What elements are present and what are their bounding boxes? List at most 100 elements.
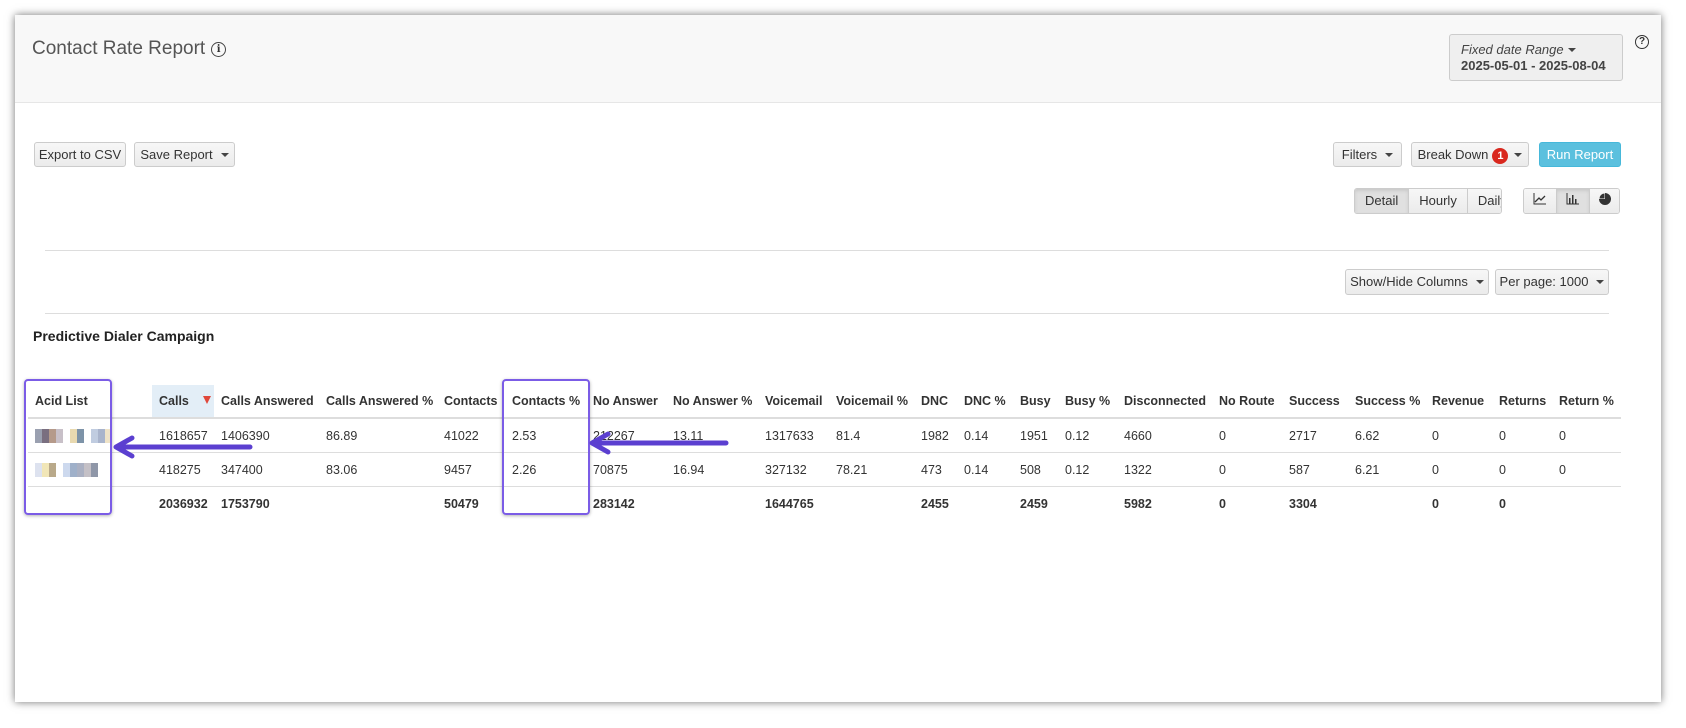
view-detail-button[interactable]: Detail: [1355, 189, 1410, 213]
column-header[interactable]: Return %: [1552, 385, 1621, 419]
column-header[interactable]: No Route: [1212, 385, 1282, 419]
column-header-label: No Answer %: [673, 394, 753, 408]
date-range-value: 2025-05-01 - 2025-08-04: [1461, 58, 1606, 73]
break-down-button[interactable]: Break Down 1: [1411, 142, 1529, 167]
table-cell: 2459: [1020, 496, 1048, 511]
table-cell: 2717: [1282, 418, 1348, 453]
table-cell: 0: [1552, 452, 1621, 487]
table-row: 418275 347400 83.06 9457 2.26 70875 16.94 32713…: [28, 452, 1621, 487]
column-header[interactable]: Calls Answered %: [319, 385, 437, 419]
table-cell: 2455: [921, 496, 949, 511]
date-range-picker[interactable]: Fixed date Range 2025-05-01 - 2025-08-04: [1449, 34, 1623, 81]
column-header[interactable]: DNC %: [957, 385, 1013, 419]
table-cell: [666, 487, 758, 521]
divider: [45, 250, 1609, 251]
column-header-label: Success %: [1355, 394, 1421, 408]
table-cell: 6.62: [1348, 418, 1425, 453]
table-cell: 1982: [914, 418, 957, 453]
caret-down-icon: [1385, 153, 1394, 157]
arrow-annotation: [589, 431, 729, 455]
table-cell: 0: [1212, 452, 1282, 487]
table-cell: 0: [1499, 496, 1506, 511]
column-header[interactable]: Voicemail %: [829, 385, 914, 419]
page-title: Contact Rate Report i: [32, 38, 227, 60]
column-header-label: Calls Answered: [221, 394, 314, 408]
table-cell: 473: [914, 452, 957, 487]
arrow-annotation: [113, 435, 253, 459]
table-cell: 0: [1219, 496, 1226, 511]
column-header[interactable]: Busy %: [1058, 385, 1117, 419]
column-header-label: Calls Answered %: [326, 394, 434, 408]
per-page-select[interactable]: Per page: 1000: [1495, 269, 1609, 295]
show-hide-columns-button[interactable]: Show/Hide Columns: [1345, 269, 1489, 295]
column-header[interactable]: DNC: [914, 385, 957, 419]
column-header[interactable]: Busy: [1013, 385, 1058, 419]
column-header[interactable]: Calls: [152, 385, 214, 419]
column-header[interactable]: Voicemail: [758, 385, 829, 419]
column-header[interactable]: No Answer: [586, 385, 666, 419]
column-header[interactable]: Contacts: [437, 385, 505, 419]
per-page-label: Per page: 1000: [1499, 274, 1589, 289]
table-cell: 0.14: [957, 418, 1013, 453]
report-card: Contact Rate Report i Fixed date Range 20…: [15, 15, 1661, 702]
column-header-label: Voicemail %: [836, 394, 909, 408]
table-cell: 5982: [1124, 496, 1152, 511]
sort-desc-icon: [203, 396, 211, 404]
break-down-count-badge: 1: [1492, 148, 1509, 164]
table-cell: 9457: [437, 452, 505, 487]
help-icon[interactable]: ?: [1635, 35, 1649, 49]
table-cell: 0: [1492, 418, 1552, 453]
table-cell: 0.12: [1058, 452, 1117, 487]
bar-chart-icon[interactable]: [1557, 189, 1590, 213]
highlight-box-acid-list: [24, 379, 112, 515]
column-header-label: DNC: [921, 394, 949, 408]
column-header-label: Disconnected: [1124, 394, 1206, 408]
caret-down-icon: [1596, 280, 1605, 284]
table-cell: 587: [1282, 452, 1348, 487]
column-header-label: Revenue: [1432, 394, 1485, 408]
divider: [45, 313, 1609, 314]
table-cell: 0: [1212, 418, 1282, 453]
table-cell: 0: [1552, 418, 1621, 453]
table-cell: 6.21: [1348, 452, 1425, 487]
line-chart-icon[interactable]: [1524, 189, 1557, 213]
view-daily-button[interactable]: Daily: [1467, 189, 1501, 213]
table-cell: 83.06: [319, 452, 437, 487]
table-cell: [1348, 487, 1425, 521]
column-header-label: Voicemail: [765, 394, 823, 408]
column-header[interactable]: Calls Answered: [214, 385, 319, 419]
highlight-box-contacts-pct: [502, 379, 590, 515]
column-header[interactable]: Success %: [1348, 385, 1425, 419]
column-header[interactable]: Disconnected: [1117, 385, 1212, 419]
view-hourly-button[interactable]: Hourly: [1409, 189, 1468, 213]
table-cell: 1322: [1117, 452, 1212, 487]
table-header-row: Acid List Calls Calls Answered Calls Answer…: [28, 385, 1621, 419]
filters-button[interactable]: Filters: [1333, 142, 1402, 167]
column-header[interactable]: No Answer %: [666, 385, 758, 419]
table-cell: 1317633: [758, 418, 829, 453]
save-report-label: Save Report: [140, 147, 213, 162]
column-header-label: Success: [1289, 394, 1340, 408]
table-cell: 2036932: [159, 496, 208, 511]
table-cell: [1058, 487, 1117, 521]
pie-chart-icon[interactable]: [1590, 189, 1619, 213]
run-report-button[interactable]: Run Report: [1539, 142, 1621, 167]
table-cell: 70875: [586, 452, 666, 487]
column-header[interactable]: Revenue: [1425, 385, 1492, 419]
table-cell: 0.12: [1058, 418, 1117, 453]
info-icon[interactable]: i: [211, 42, 227, 57]
break-down-label: Break Down: [1417, 147, 1489, 162]
caret-down-icon: [1514, 153, 1523, 157]
column-header[interactable]: Success: [1282, 385, 1348, 419]
column-header-label: Calls: [159, 394, 189, 408]
page-title-text: Contact Rate Report: [32, 38, 206, 59]
table-cell: [1552, 487, 1621, 521]
table-cell: 0: [1492, 452, 1552, 487]
export-csv-button[interactable]: Export to CSV: [34, 142, 126, 167]
table-cell: 86.89: [319, 418, 437, 453]
table-cell: 0: [1425, 452, 1492, 487]
column-header[interactable]: Returns: [1492, 385, 1552, 419]
column-header-label: Return %: [1559, 394, 1614, 408]
table-cell: 41022: [437, 418, 505, 453]
save-report-button[interactable]: Save Report: [134, 142, 235, 167]
